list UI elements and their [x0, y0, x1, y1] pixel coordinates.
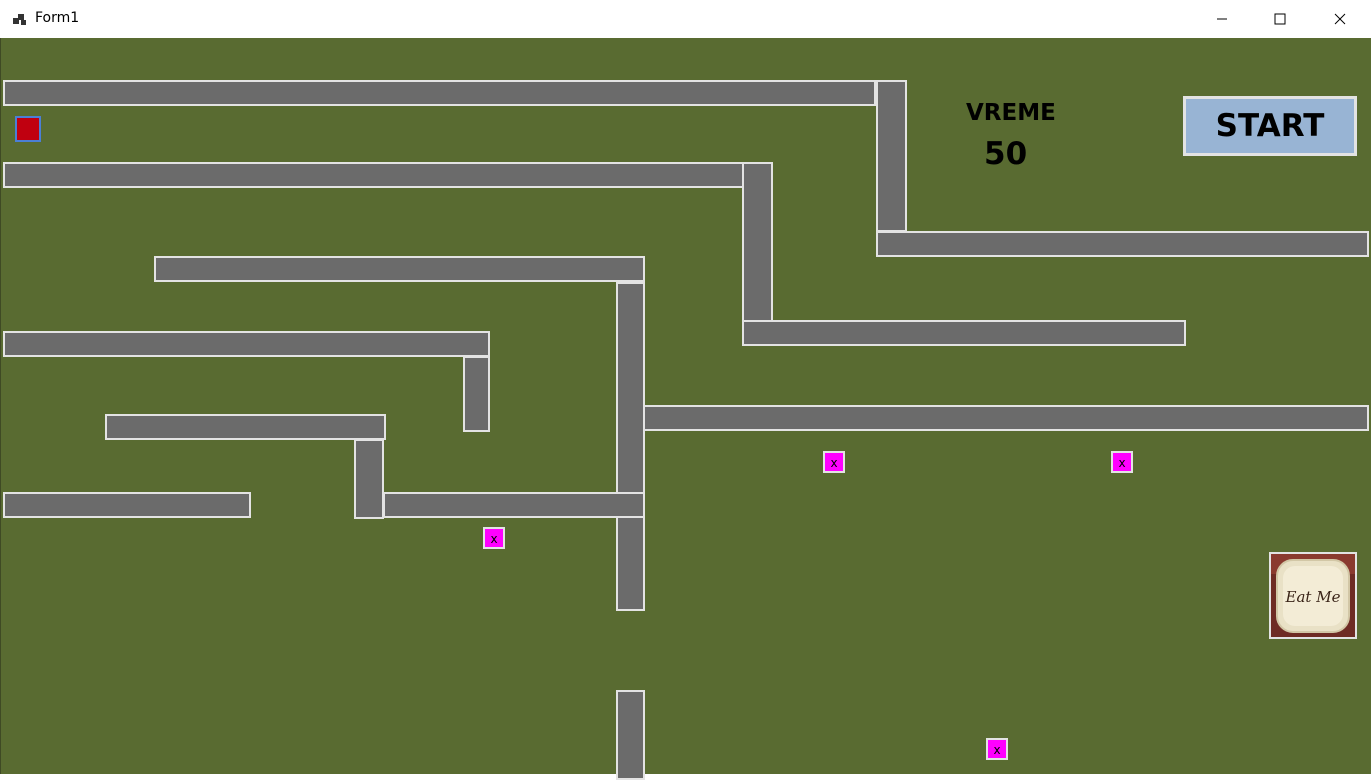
goal-text: Eat Me [1285, 588, 1341, 606]
mine-block: x [1111, 451, 1133, 473]
time-value: 50 [984, 136, 1028, 172]
maze-wall [3, 162, 744, 188]
app-icon [13, 14, 26, 25]
maze-wall [742, 320, 1186, 346]
maze-wall [643, 405, 1369, 431]
goal-cake: Eat Me [1269, 552, 1357, 639]
minimize-button[interactable] [1193, 0, 1251, 38]
maze-wall [3, 331, 490, 357]
maze-wall [742, 162, 773, 322]
maze-wall [154, 256, 645, 282]
cake-icon: Eat Me [1271, 554, 1355, 637]
player-square[interactable] [15, 116, 41, 142]
mine-block: x [986, 738, 1008, 760]
close-icon [1334, 13, 1346, 25]
maximize-button[interactable] [1251, 0, 1309, 38]
maze-wall [105, 414, 386, 440]
mine-block: x [823, 451, 845, 473]
maze-wall [354, 439, 384, 519]
close-button[interactable] [1311, 0, 1369, 38]
maze-wall [463, 356, 490, 432]
maze-wall [876, 80, 907, 232]
maze-wall [3, 80, 876, 106]
time-label: VREME [966, 100, 1056, 126]
minimize-icon [1217, 18, 1227, 20]
start-button[interactable]: START [1183, 96, 1357, 156]
maze-wall [616, 690, 645, 780]
window-title: Form1 [35, 10, 80, 26]
mine-block: x [483, 527, 505, 549]
maximize-icon [1274, 13, 1286, 25]
maze-wall [876, 231, 1369, 257]
maze-wall [616, 282, 645, 611]
title-bar: Form1 [0, 0, 1371, 38]
maze-wall [383, 492, 645, 518]
maze-wall [3, 492, 251, 518]
